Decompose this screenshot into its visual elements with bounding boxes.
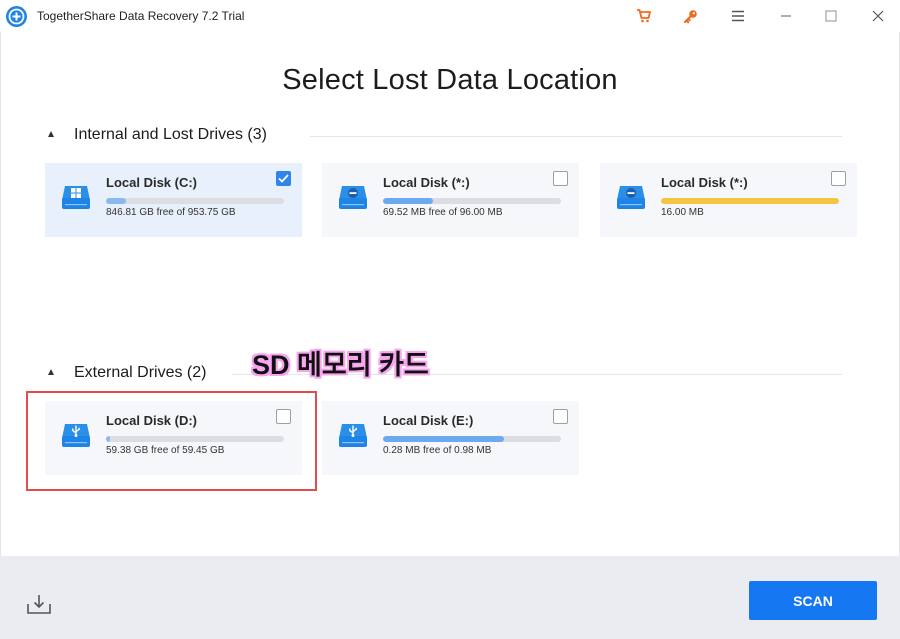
annotation-highlight-box (26, 391, 317, 491)
close-icon (872, 10, 884, 22)
section-divider (310, 136, 842, 137)
drive-checkbox[interactable] (831, 171, 846, 186)
scan-button[interactable]: SCAN (749, 581, 877, 620)
page-title: Select Lost Data Location (282, 64, 618, 96)
usage-bar (383, 198, 561, 204)
internal-drives-label: Internal and Lost Drives (3) (74, 126, 267, 143)
drive-name: Local Disk (*:) (661, 175, 748, 190)
drive-size: 0.28 MB free of 0.98 MB (383, 445, 492, 456)
download-icon (27, 595, 51, 614)
drive-card-unknown-1[interactable]: Local Disk (*:) 69.52 MB free of 96.00 M… (322, 163, 579, 237)
checkmark-icon (278, 174, 289, 183)
close-button[interactable] (863, 4, 893, 28)
drive-card-unknown-2[interactable]: Local Disk (*:) 16.00 MB (600, 163, 857, 237)
usage-bar (661, 198, 839, 204)
drive-size: 16.00 MB (661, 207, 704, 218)
drive-checkbox[interactable] (553, 171, 568, 186)
title-bar: TogetherShare Data Recovery 7.2 Trial (0, 0, 900, 32)
maximize-button[interactable] (816, 4, 846, 28)
menu-icon (732, 10, 744, 22)
drive-checkbox[interactable] (276, 171, 291, 186)
usage-bar (383, 436, 561, 442)
drive-checkbox[interactable] (553, 409, 568, 424)
windows-drive-icon (62, 186, 90, 209)
usage-fill (661, 198, 839, 204)
cart-button[interactable] (629, 4, 659, 28)
minimize-icon (781, 15, 791, 17)
menu-button[interactable] (723, 4, 753, 28)
internal-drives-header[interactable]: Internal and Lost Drives (3) (48, 123, 267, 147)
drive-name: Local Disk (C:) (106, 175, 198, 190)
usb-drive-icon (339, 424, 367, 447)
export-button[interactable] (26, 592, 52, 616)
app-logo-icon (6, 6, 27, 27)
drive-name: Local Disk (*:) (383, 175, 470, 190)
usage-bar (106, 198, 284, 204)
register-key-button[interactable] (675, 4, 705, 28)
drive-card-c[interactable]: Local Disk (C:) 846.81 GB free of 953.75… (45, 163, 302, 237)
usage-fill (383, 198, 433, 204)
drive-name: Local Disk (E:) (383, 413, 474, 428)
key-icon (683, 9, 697, 23)
drive-size: 69.52 MB free of 96.00 MB (383, 207, 503, 218)
drive-icon (617, 186, 645, 209)
drive-card-e[interactable]: Local Disk (E:) 0.28 MB free of 0.98 MB (322, 401, 579, 475)
cart-icon (637, 9, 651, 23)
collapse-triangle-icon (48, 369, 54, 375)
external-drives-header[interactable]: External Drives (2) (48, 361, 206, 385)
collapse-triangle-icon (48, 131, 54, 137)
drive-icon (339, 186, 367, 209)
usage-fill (383, 436, 505, 442)
minimize-button[interactable] (771, 4, 801, 28)
footer-bar: SCAN (0, 556, 900, 639)
usage-fill (106, 198, 126, 204)
maximize-icon (825, 10, 837, 22)
annotation-label: SD 메모리 카드 (252, 350, 429, 380)
window-title: TogetherShare Data Recovery 7.2 Trial (37, 9, 245, 23)
drive-size: 846.81 GB free of 953.75 GB (106, 207, 236, 218)
external-drives-label: External Drives (2) (74, 364, 207, 381)
